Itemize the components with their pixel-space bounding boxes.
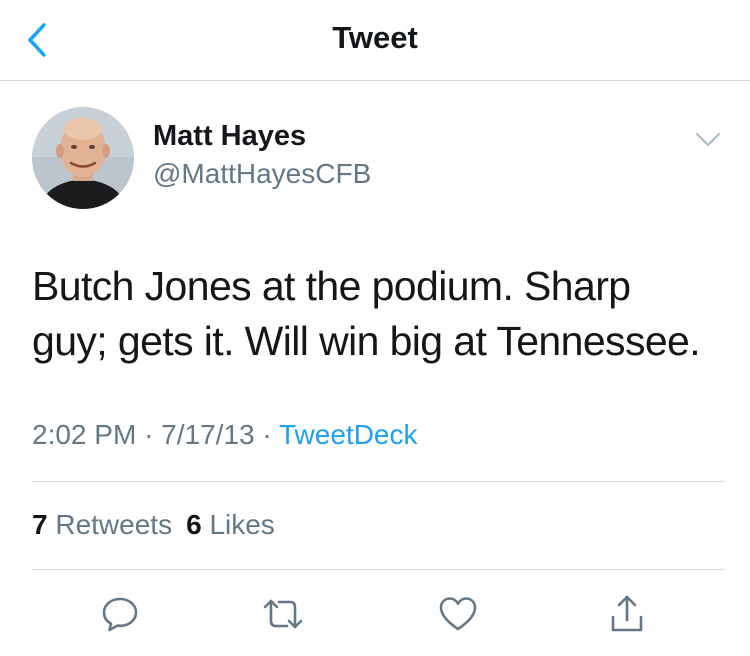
- divider: [32, 569, 725, 570]
- reply-icon: [102, 597, 138, 632]
- tweet-time: 2:02 PM: [32, 419, 137, 450]
- tweet-text-line: Butch Jones at the podium. Sharp: [32, 263, 631, 309]
- tweet-metadata: 2:02 PM · 7/17/13 · TweetDeck: [32, 419, 417, 451]
- reply-button[interactable]: [98, 592, 142, 636]
- retweets-stat[interactable]: 7 Retweets: [32, 509, 172, 540]
- more-options-button[interactable]: [692, 128, 724, 152]
- divider: [32, 481, 725, 482]
- author-handle[interactable]: @MattHayesCFB: [153, 158, 371, 190]
- share-icon: [611, 595, 643, 632]
- tweet-stats: 7 Retweets 6 Likes: [32, 509, 275, 541]
- like-icon: [439, 597, 477, 631]
- likes-label: Likes: [209, 509, 275, 540]
- tweet-date: 7/17/13: [161, 419, 255, 450]
- likes-count: 6: [186, 509, 202, 540]
- retweet-icon: [263, 599, 303, 629]
- tweet-text: Butch Jones at the podium. Sharp guy; ge…: [32, 259, 722, 369]
- tweet-text-line: guy; gets it. Will win big at Tennessee.: [32, 318, 701, 364]
- separator: ·: [144, 419, 154, 450]
- author-name[interactable]: Matt Hayes: [153, 120, 306, 153]
- separator: ·: [262, 419, 272, 450]
- like-button[interactable]: [436, 592, 480, 636]
- retweets-count: 7: [32, 509, 48, 540]
- profile-photo: [32, 107, 134, 209]
- avatar[interactable]: [32, 107, 134, 209]
- retweet-button[interactable]: [261, 592, 305, 636]
- share-button[interactable]: [605, 592, 649, 636]
- likes-stat[interactable]: 6 Likes: [186, 509, 275, 540]
- retweets-label: Retweets: [55, 509, 173, 540]
- chevron-down-icon: [696, 133, 720, 146]
- page-title: Tweet: [332, 20, 418, 55]
- tweet-source-link[interactable]: TweetDeck: [279, 419, 418, 450]
- top-navigation-bar: Tweet: [0, 0, 750, 81]
